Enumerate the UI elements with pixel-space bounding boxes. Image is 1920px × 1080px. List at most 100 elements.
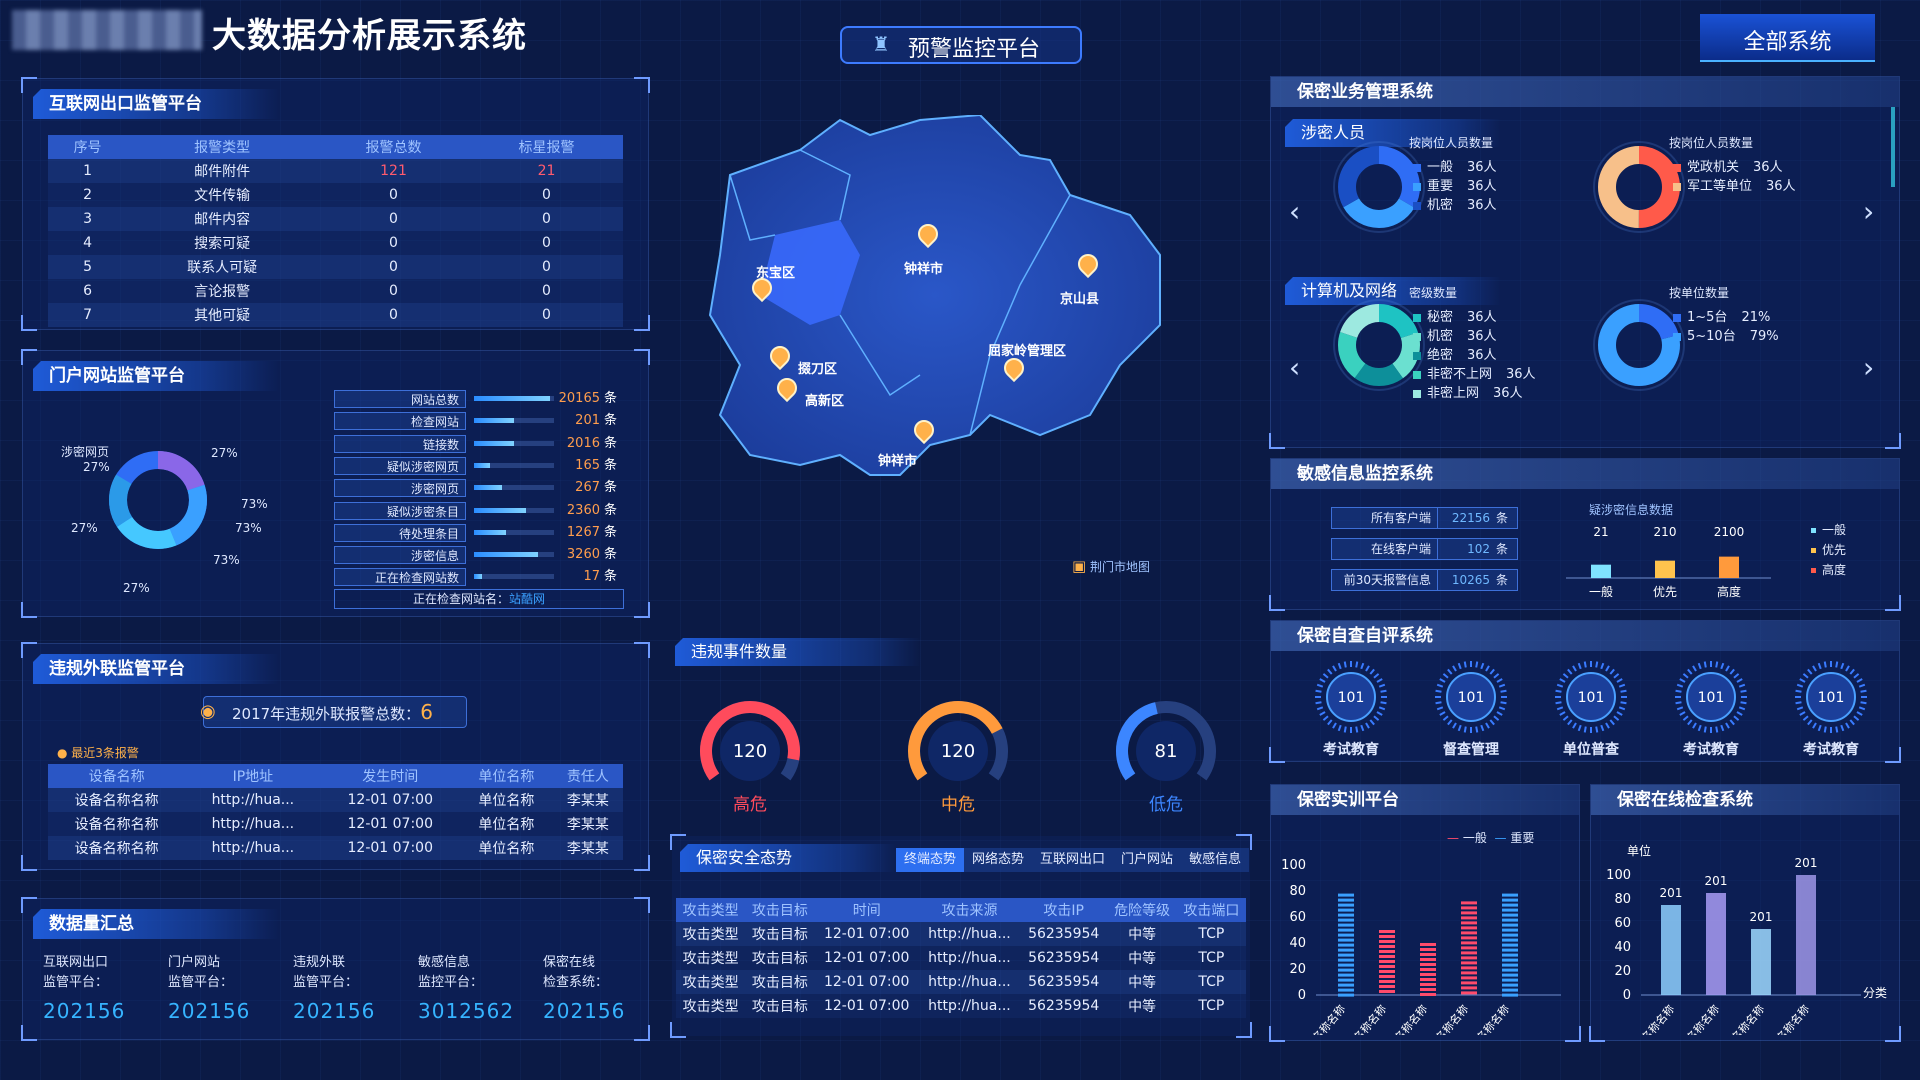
secret-biz-title: 保密业务管理系统: [1271, 77, 1899, 107]
next-arrow-2[interactable]: ›: [1863, 351, 1874, 384]
tab-security-4[interactable]: 敏感信息: [1181, 848, 1249, 872]
legend-item: 非密上网 36人: [1413, 384, 1536, 403]
legend-item: 一般 36人: [1413, 158, 1497, 177]
tab-security-0[interactable]: 终端态势: [896, 848, 965, 872]
bar: [1502, 893, 1518, 897]
summary-value: 3012562: [418, 999, 515, 1023]
gauge-value: 120: [941, 741, 975, 762]
gauge-value: 120: [733, 741, 767, 762]
legend-name: 非密上网: [1427, 386, 1480, 401]
bar: [1502, 923, 1518, 927]
dial-label: 单位普查: [1563, 742, 1619, 758]
stat-label: 正在检查网站数: [334, 568, 466, 587]
y-tick-label: 80: [1289, 884, 1306, 899]
table-header-cell: 危险等级: [1107, 898, 1177, 922]
bar: [1420, 963, 1436, 966]
table-cell: 攻击类型: [676, 922, 746, 946]
stat-bar: [474, 552, 554, 558]
table-header-cell: 单位名称: [460, 764, 553, 788]
dial: 101: [1675, 661, 1747, 733]
legend-name: 一般: [1427, 160, 1454, 175]
table-cell: TCP: [1176, 922, 1246, 946]
bar-data-label: 2100: [1714, 525, 1745, 539]
table-row[interactable]: 攻击类型 攻击目标 12-01 07:00 http://hua... 56235954…: [676, 994, 1246, 1018]
bar: [1420, 943, 1436, 946]
table-row[interactable]: 7 其他可疑 0 0: [48, 303, 623, 327]
table-row[interactable]: 3 邮件内容 0 0: [48, 207, 623, 231]
stat-label: 疑似涉密网页: [334, 456, 466, 475]
bar: [1461, 941, 1477, 945]
table-cell: 搜索可疑: [127, 231, 318, 255]
training-bar-chart: 020406080100名称名称 名称名称 名称名称 名称名称 名称名称: [1281, 858, 1561, 1035]
map-place-label: 东宝区: [756, 266, 796, 281]
table-cell: 56235954: [1019, 946, 1108, 970]
bar: [1338, 918, 1354, 922]
bar: [1461, 991, 1477, 995]
donut-title: 按岗位人员数量: [1409, 136, 1494, 150]
stat-bar: [474, 507, 554, 513]
tab-security-3[interactable]: 门户网站: [1113, 848, 1181, 872]
summary-panel: 数据量汇总 互联网出口 监管平台： 202156 门户网站 监管平台： 202156 违规外…: [21, 897, 650, 1041]
all-systems-button[interactable]: 全部系统: [1700, 14, 1875, 62]
online-check-title: 保密在线检查系统: [1591, 785, 1899, 815]
table-header-cell: 报警总数: [317, 135, 470, 159]
portal-stat-row: 链接数 2016 条: [334, 434, 622, 453]
table-row[interactable]: 4 搜索可疑 0 0: [48, 231, 623, 255]
prev-arrow-2[interactable]: ‹: [1289, 351, 1300, 384]
donut-label-c: 73%: [241, 497, 268, 511]
table-cell: 2: [48, 183, 128, 207]
y-tick-label: 100: [1606, 868, 1631, 883]
table-row[interactable]: 攻击类型 攻击目标 12-01 07:00 http://hua... 56235954…: [676, 922, 1246, 946]
bar: [1338, 943, 1354, 947]
bar: [1338, 978, 1354, 982]
next-arrow-1[interactable]: ›: [1863, 195, 1874, 228]
legend-value: 79%: [1749, 329, 1779, 344]
table-cell: 12-01 07:00: [814, 994, 919, 1018]
table-row[interactable]: 设备名称名称 http://hua... 12-01 07:00 单位名称 李某某: [48, 812, 623, 836]
table-row[interactable]: 1 邮件附件 121 21: [48, 159, 623, 183]
tab-security-1[interactable]: 网络态势: [964, 848, 1032, 872]
table-header-cell: 设备名称: [48, 764, 186, 788]
table-cell: 1: [48, 159, 128, 183]
table-row[interactable]: 2 文件传输 0 0: [48, 183, 623, 207]
legend-value: 36人: [1467, 310, 1497, 325]
bar: [1379, 945, 1395, 948]
tab-security-2[interactable]: 互联网出口: [1032, 848, 1113, 872]
blurred-logo: [12, 10, 202, 50]
prev-arrow-1[interactable]: ‹: [1289, 195, 1300, 228]
stat-bar: [474, 574, 554, 580]
scrollbar[interactable]: [1891, 107, 1895, 187]
table-cell: 0: [317, 255, 470, 279]
table-row[interactable]: 攻击类型 攻击目标 12-01 07:00 http://hua... 56235954…: [676, 970, 1246, 994]
table-row[interactable]: 攻击类型 攻击目标 12-01 07:00 http://hua... 56235954…: [676, 946, 1246, 970]
legend-name: 非密不上网: [1427, 367, 1493, 382]
checking-site-link[interactable]: 站酷网: [509, 592, 545, 606]
legend-item: 党政机关 36人: [1673, 158, 1796, 177]
table-row[interactable]: 设备名称名称 http://hua... 12-01 07:00 单位名称 李某某: [48, 788, 623, 812]
donut-label-e: 73%: [213, 553, 240, 567]
bar: [1502, 898, 1518, 902]
legend-item: 5~10台 79%: [1673, 327, 1779, 346]
portal-stat-row: 网站总数 20165 条: [334, 390, 622, 408]
table-cell: http://hua...: [185, 812, 321, 836]
bar: [1338, 913, 1354, 917]
checking-site-row: 正在检查网站名：站酷网: [334, 589, 624, 609]
violation-panel: 违规外联监管平台 ◉ 2017年违规外联报警总数：6 ● 最近3条报警 设备名称…: [21, 642, 650, 871]
stat-value: 2016: [566, 435, 600, 451]
bar: [1461, 921, 1477, 925]
bar: [1502, 963, 1518, 967]
table-cell: 56235954: [1019, 994, 1108, 1018]
bar: [1420, 973, 1436, 976]
donut-label-f: 27%: [71, 521, 98, 535]
table-row[interactable]: 5 联系人可疑 0 0: [48, 255, 623, 279]
map-icon: ▣: [1072, 557, 1087, 575]
training-panel: 保密实训平台 — 一般 — 重要 0 20 40 60 80 100 名称名称 名称名称 名称名…: [1269, 784, 1581, 1042]
gauge: 120: [908, 701, 1008, 781]
donut-label-d: 73%: [235, 521, 262, 535]
table-row[interactable]: 6 言论报警 0 0: [48, 279, 623, 303]
bar: [1502, 933, 1518, 937]
violation-total-box: ◉ 2017年违规外联报警总数：6: [200, 696, 467, 728]
table-cell: 设备名称名称: [48, 788, 186, 812]
table-cell: 12-01 07:00: [814, 946, 919, 970]
table-row[interactable]: 设备名称名称 http://hua... 12-01 07:00 单位名称 李某某: [48, 836, 623, 860]
